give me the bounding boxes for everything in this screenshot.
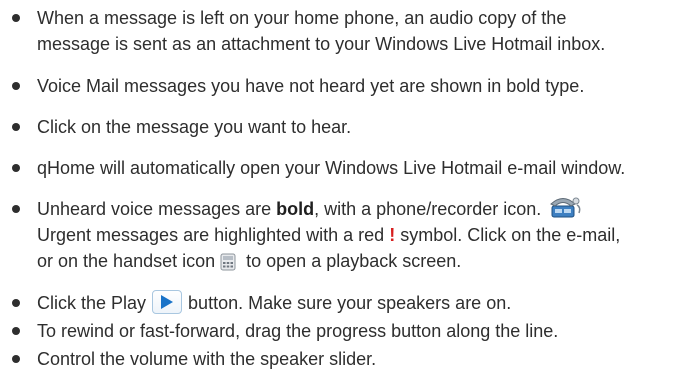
phone-recorder-icon [549,195,583,219]
bullet-icon [12,164,20,172]
bullet-text: Unheard voice messages are [37,199,277,219]
bullet-text: Voice Mail messages you have not heard y… [37,76,585,96]
bullet-text: to open a playback screen. [241,251,462,272]
list-item: To rewind or fast-forward, drag the prog… [0,318,680,344]
handset-icon [219,252,237,270]
list-item: qHome will automatically open your Windo… [0,155,680,181]
bullet-icon [12,123,20,131]
bullet-text: Urgent messages are highlighted with a r… [37,225,390,246]
bullet-text: message is sent as an attachment to your… [37,34,606,54]
bullet-icon [12,327,20,335]
bullet-text: , with a phone/recorder icon. [314,199,542,219]
bullet-text: To rewind or fast-forward, drag the prog… [37,321,559,341]
list-item: Control the volume with the speaker slid… [0,346,680,372]
bullet-text: Click the Play [37,293,147,313]
bullet-icon [12,299,20,307]
bullet-text: or on the handset icon [37,251,216,272]
bullet-text: symbol. Click on the e-mail, [395,225,621,246]
bullet-text: button. Make sure your speakers are on. [188,293,512,313]
bullet-icon [12,82,20,90]
list-item: Click on the message you want to hear. [0,114,680,140]
bold-word: bold [276,199,315,219]
bullet-text: When a message is left on your home phon… [37,8,567,28]
play-button[interactable] [152,290,183,315]
bullet-text: Control the volume with the speaker slid… [37,349,377,369]
bullet-icon [12,205,20,213]
list-item: Click the Play button. Make sure your sp… [0,290,680,316]
list-item: Voice Mail messages you have not heard y… [0,73,680,99]
bullet-text: Click on the message you want to hear. [37,117,352,137]
bullet-text: qHome will automatically open your Windo… [37,158,626,178]
bullet-icon [12,14,20,22]
play-icon [161,295,174,310]
bullet-icon [12,355,20,363]
list-item: When a message is left on your home phon… [0,5,680,57]
list-item: Unheard voice messages are bold, with a … [0,196,680,274]
